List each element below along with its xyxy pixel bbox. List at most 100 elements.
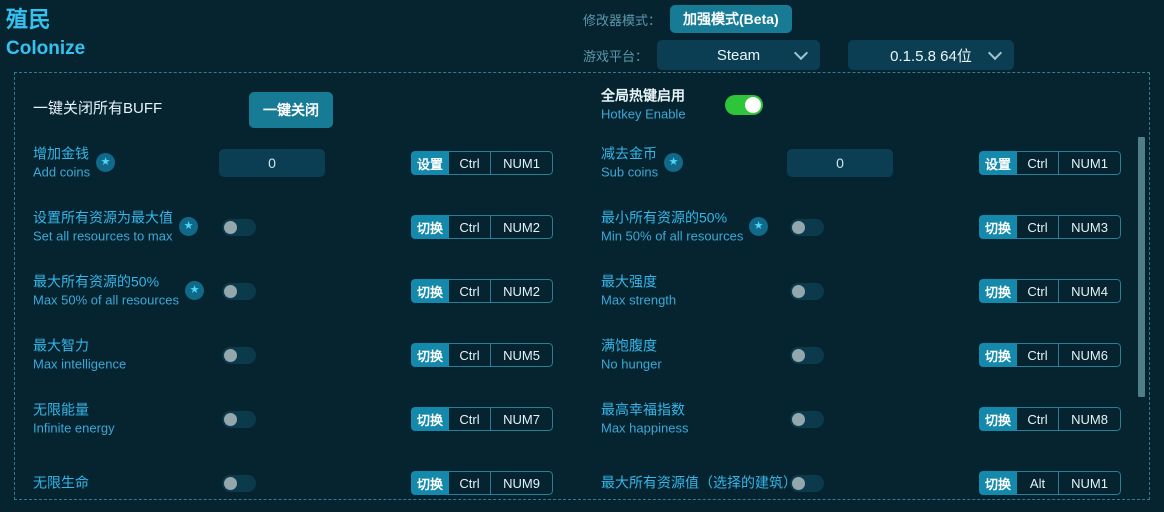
hotkey-action-button[interactable]: 切换 xyxy=(979,279,1018,303)
hotkey-group: 切换 Ctrl NUM8 xyxy=(979,407,1122,431)
cheat-toggle[interactable] xyxy=(222,411,256,428)
hotkey-modifier[interactable]: Ctrl xyxy=(449,471,492,495)
cheat-toggle[interactable] xyxy=(222,347,256,364)
cheat-label-cn: 最大强度 xyxy=(601,273,657,290)
cheat-label-en: No hunger xyxy=(601,356,662,372)
favorite-star-icon[interactable]: ★ xyxy=(664,153,683,172)
cheat-row: 无限能量 Infinite energy 切换 Ctrl NUM7 xyxy=(15,387,583,451)
hotkey-key[interactable]: NUM2 xyxy=(491,279,554,303)
cheat-labels: 无限生命 xyxy=(33,474,89,493)
hotkey-enable-labels: 全局热键启用 Hotkey Enable xyxy=(601,87,686,124)
cheat-labels: 增加金钱 Add coins xyxy=(33,145,90,182)
hotkey-action-button[interactable]: 切换 xyxy=(411,407,450,431)
hotkey-key[interactable]: NUM1 xyxy=(1059,471,1122,495)
hotkey-modifier[interactable]: Ctrl xyxy=(1017,151,1060,175)
hotkey-group: 切换 Ctrl NUM5 xyxy=(411,343,554,367)
platform-select-value: Steam xyxy=(716,46,761,64)
hotkey-enable-toggle[interactable] xyxy=(725,95,763,115)
hotkey-enable-label-en: Hotkey Enable xyxy=(601,106,686,122)
cheat-row: 满饱腹度 No hunger 切换 Ctrl NUM6 xyxy=(583,323,1149,387)
mode-button[interactable]: 加强模式(Beta) xyxy=(670,5,792,33)
hotkey-modifier[interactable]: Ctrl xyxy=(1017,407,1060,431)
hotkey-action-button[interactable]: 切换 xyxy=(411,279,450,303)
hotkey-action-button[interactable]: 切换 xyxy=(411,343,450,367)
hotkey-key[interactable]: NUM7 xyxy=(491,407,554,431)
toggle-knob xyxy=(224,349,237,362)
cheat-label-cn: 无限生命 xyxy=(33,474,89,491)
hotkey-action-button[interactable]: 切换 xyxy=(979,343,1018,367)
hotkey-group: 设置 Ctrl NUM1 xyxy=(411,151,554,175)
scrollbar-thumb[interactable] xyxy=(1138,137,1145,397)
hotkey-modifier[interactable]: Ctrl xyxy=(449,151,492,175)
hotkey-action-button[interactable]: 切换 xyxy=(979,471,1018,495)
cheat-row: 最大智力 Max intelligence 切换 Ctrl NUM5 xyxy=(15,323,583,387)
row-close-all: 一键关闭所有BUFF 一键关闭 xyxy=(15,73,583,137)
page-title-en: Colonize xyxy=(6,38,86,59)
version-select-value: 0.1.5.8 64位 xyxy=(890,47,972,65)
hotkey-action-button[interactable]: 切换 xyxy=(979,215,1018,239)
hotkey-action-button[interactable]: 设置 xyxy=(411,151,450,175)
toggle-knob xyxy=(792,477,805,490)
close-all-button[interactable]: 一键关闭 xyxy=(249,92,333,128)
hotkey-key[interactable]: NUM8 xyxy=(1059,407,1122,431)
hotkey-key[interactable]: NUM5 xyxy=(491,343,554,367)
page-title-cn: 殖民 xyxy=(6,7,52,32)
hotkey-modifier[interactable]: Ctrl xyxy=(449,279,492,303)
toggle-knob xyxy=(792,221,805,234)
hotkey-key[interactable]: NUM1 xyxy=(1059,151,1122,175)
hotkey-group: 切换 Ctrl NUM4 xyxy=(979,279,1122,303)
toggle-knob xyxy=(792,349,805,362)
cheat-toggle[interactable] xyxy=(790,219,824,236)
hotkey-action-button[interactable]: 切换 xyxy=(411,215,450,239)
cheat-labels: 无限能量 Infinite energy xyxy=(33,401,115,438)
hotkey-key[interactable]: NUM6 xyxy=(1059,343,1122,367)
hotkey-modifier[interactable]: Ctrl xyxy=(1017,343,1060,367)
cheat-toggle[interactable] xyxy=(790,475,824,492)
cheat-label-cn: 满饱腹度 xyxy=(601,337,657,354)
cheat-toggle[interactable] xyxy=(222,475,256,492)
cheat-label-en: Min 50% of all resources xyxy=(601,228,744,244)
platform-select[interactable]: Steam xyxy=(657,40,821,70)
toggle-knob xyxy=(745,97,761,113)
cheat-toggle[interactable] xyxy=(222,283,256,300)
hotkey-modifier[interactable]: Alt xyxy=(1017,471,1060,495)
value-input[interactable] xyxy=(219,149,325,177)
hotkey-modifier[interactable]: Ctrl xyxy=(449,215,492,239)
hotkey-modifier[interactable]: Ctrl xyxy=(1017,279,1060,303)
hotkey-key[interactable]: NUM2 xyxy=(491,215,554,239)
hotkey-action-button[interactable]: 设置 xyxy=(979,151,1018,175)
hotkey-modifier[interactable]: Ctrl xyxy=(449,343,492,367)
cheat-labels: 最大智力 Max intelligence xyxy=(33,337,126,374)
favorite-star-icon[interactable]: ★ xyxy=(749,217,768,236)
hotkey-key[interactable]: NUM4 xyxy=(1059,279,1122,303)
value-input[interactable] xyxy=(787,149,893,177)
cheat-toggle[interactable] xyxy=(790,347,824,364)
cheat-label-en: Infinite energy xyxy=(33,420,115,436)
hotkey-key[interactable]: NUM1 xyxy=(491,151,554,175)
close-all-label: 一键关闭所有BUFF xyxy=(33,100,163,117)
cheat-row: 减去金币 Sub coins ★ 设置CtrlNUM1 xyxy=(583,131,1149,195)
hotkey-action-button[interactable]: 切换 xyxy=(979,407,1018,431)
cheat-toggle[interactable] xyxy=(790,411,824,428)
favorite-star-icon[interactable]: ★ xyxy=(96,153,115,172)
hotkey-group: 切换 Ctrl NUM2 xyxy=(411,215,554,239)
hotkey-action-button[interactable]: 切换 xyxy=(411,471,450,495)
cheat-toggle[interactable] xyxy=(222,219,256,236)
toggle-knob xyxy=(224,285,237,298)
hotkey-key[interactable]: NUM3 xyxy=(1059,215,1122,239)
cheat-label-en: Sub coins xyxy=(601,164,659,180)
hotkey-key[interactable]: NUM9 xyxy=(491,471,554,495)
scrollbar-track[interactable] xyxy=(1138,73,1147,499)
toggle-knob xyxy=(224,477,237,490)
hotkey-group: 切换 Ctrl NUM6 xyxy=(979,343,1122,367)
cheats-panel: 一键关闭所有BUFF 一键关闭 全局热键启用 Hotkey Enable 增加金… xyxy=(14,72,1150,500)
mode-label: 修改器模式： xyxy=(583,12,662,28)
favorite-star-icon[interactable]: ★ xyxy=(185,281,204,300)
mode-row: 修改器模式： 加强模式(Beta) xyxy=(583,5,792,33)
hotkey-modifier[interactable]: Ctrl xyxy=(1017,215,1060,239)
favorite-star-icon[interactable]: ★ xyxy=(179,217,198,236)
cheat-labels: 最大所有资源的50% Max 50% of all resources xyxy=(33,273,179,310)
version-select[interactable]: 0.1.5.8 64位 xyxy=(848,40,1015,70)
cheat-toggle[interactable] xyxy=(790,283,824,300)
hotkey-modifier[interactable]: Ctrl xyxy=(449,407,492,431)
